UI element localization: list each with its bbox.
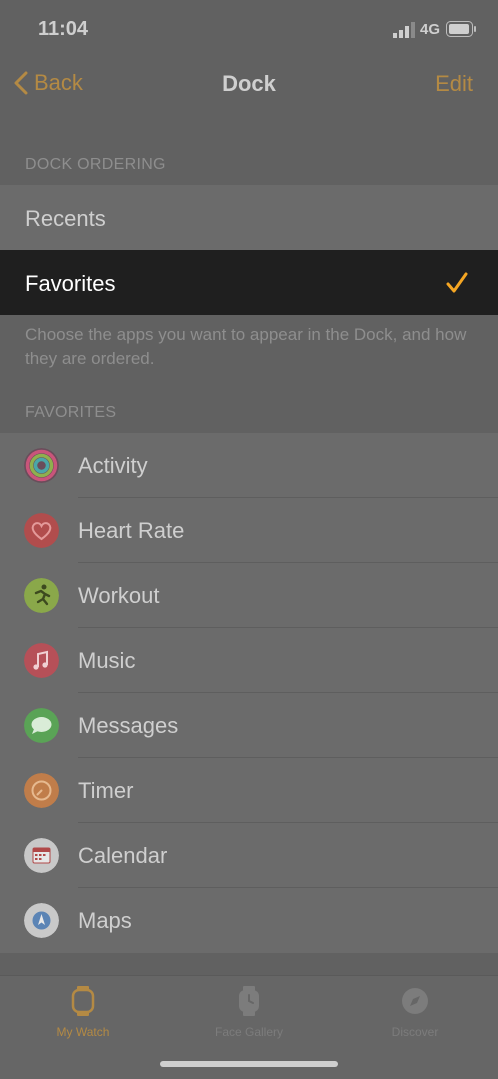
messages-icon xyxy=(24,708,59,743)
music-icon xyxy=(24,643,59,678)
option-favorites[interactable]: Favorites xyxy=(0,250,498,315)
option-label: Favorites xyxy=(25,271,116,296)
tab-label: Discover xyxy=(391,1025,439,1039)
timer-icon xyxy=(24,773,59,808)
checkmark-icon xyxy=(446,272,468,293)
status-bar: 11:04 4G xyxy=(0,0,498,60)
list-item-messages[interactable]: Messages xyxy=(0,693,498,758)
item-label: Music xyxy=(78,648,136,673)
list-item-timer[interactable]: Timer xyxy=(0,758,498,823)
tab-discover[interactable]: Discover xyxy=(355,986,475,1039)
favorites-header: FAVORITES xyxy=(25,404,117,421)
item-label: Activity xyxy=(78,453,148,478)
page-title: Dock xyxy=(222,71,276,96)
workout-icon xyxy=(24,578,59,613)
favorites-list: Activity Heart Rate Workout Music Messag… xyxy=(0,433,498,953)
tab-label: My Watch xyxy=(56,1025,110,1039)
list-item-workout[interactable]: Workout xyxy=(0,563,498,628)
list-item-music[interactable]: Music xyxy=(0,628,498,693)
status-time: 11:04 xyxy=(38,18,89,40)
option-recents[interactable]: Recents xyxy=(0,185,498,250)
list-item-activity[interactable]: Activity xyxy=(0,433,498,498)
option-label: Recents xyxy=(25,206,106,231)
face-gallery-icon xyxy=(239,986,259,1016)
battery-icon xyxy=(446,21,476,37)
tab-face-gallery[interactable]: Face Gallery xyxy=(189,986,309,1039)
item-label: Heart Rate xyxy=(78,518,185,543)
signal-icon xyxy=(393,22,415,38)
item-label: Messages xyxy=(78,713,179,738)
tab-label: Face Gallery xyxy=(214,1025,284,1039)
list-item-calendar[interactable]: Calendar xyxy=(0,823,498,888)
compass-icon xyxy=(402,988,428,1014)
home-indicator xyxy=(160,1061,338,1067)
network-type: 4G xyxy=(420,21,441,38)
item-label: Workout xyxy=(78,583,160,608)
tab-my-watch[interactable]: My Watch xyxy=(23,986,143,1039)
heart-rate-icon xyxy=(24,513,59,548)
item-label: Calendar xyxy=(78,843,168,868)
list-item-maps[interactable]: Maps xyxy=(0,888,498,953)
edit-button[interactable]: Edit xyxy=(435,71,473,97)
watch-icon xyxy=(71,986,95,1016)
item-label: Maps xyxy=(78,908,132,933)
activity-icon xyxy=(24,448,59,483)
calendar-icon xyxy=(24,838,59,873)
dock-ordering-header: DOCK ORDERING xyxy=(25,156,166,173)
maps-icon xyxy=(24,903,59,938)
item-label: Timer xyxy=(78,778,134,803)
list-item-heart-rate[interactable]: Heart Rate xyxy=(0,498,498,563)
navigation-bar: Back Dock Edit xyxy=(0,60,498,108)
dock-ordering-description: Choose the apps you want to appear in th… xyxy=(25,325,467,368)
